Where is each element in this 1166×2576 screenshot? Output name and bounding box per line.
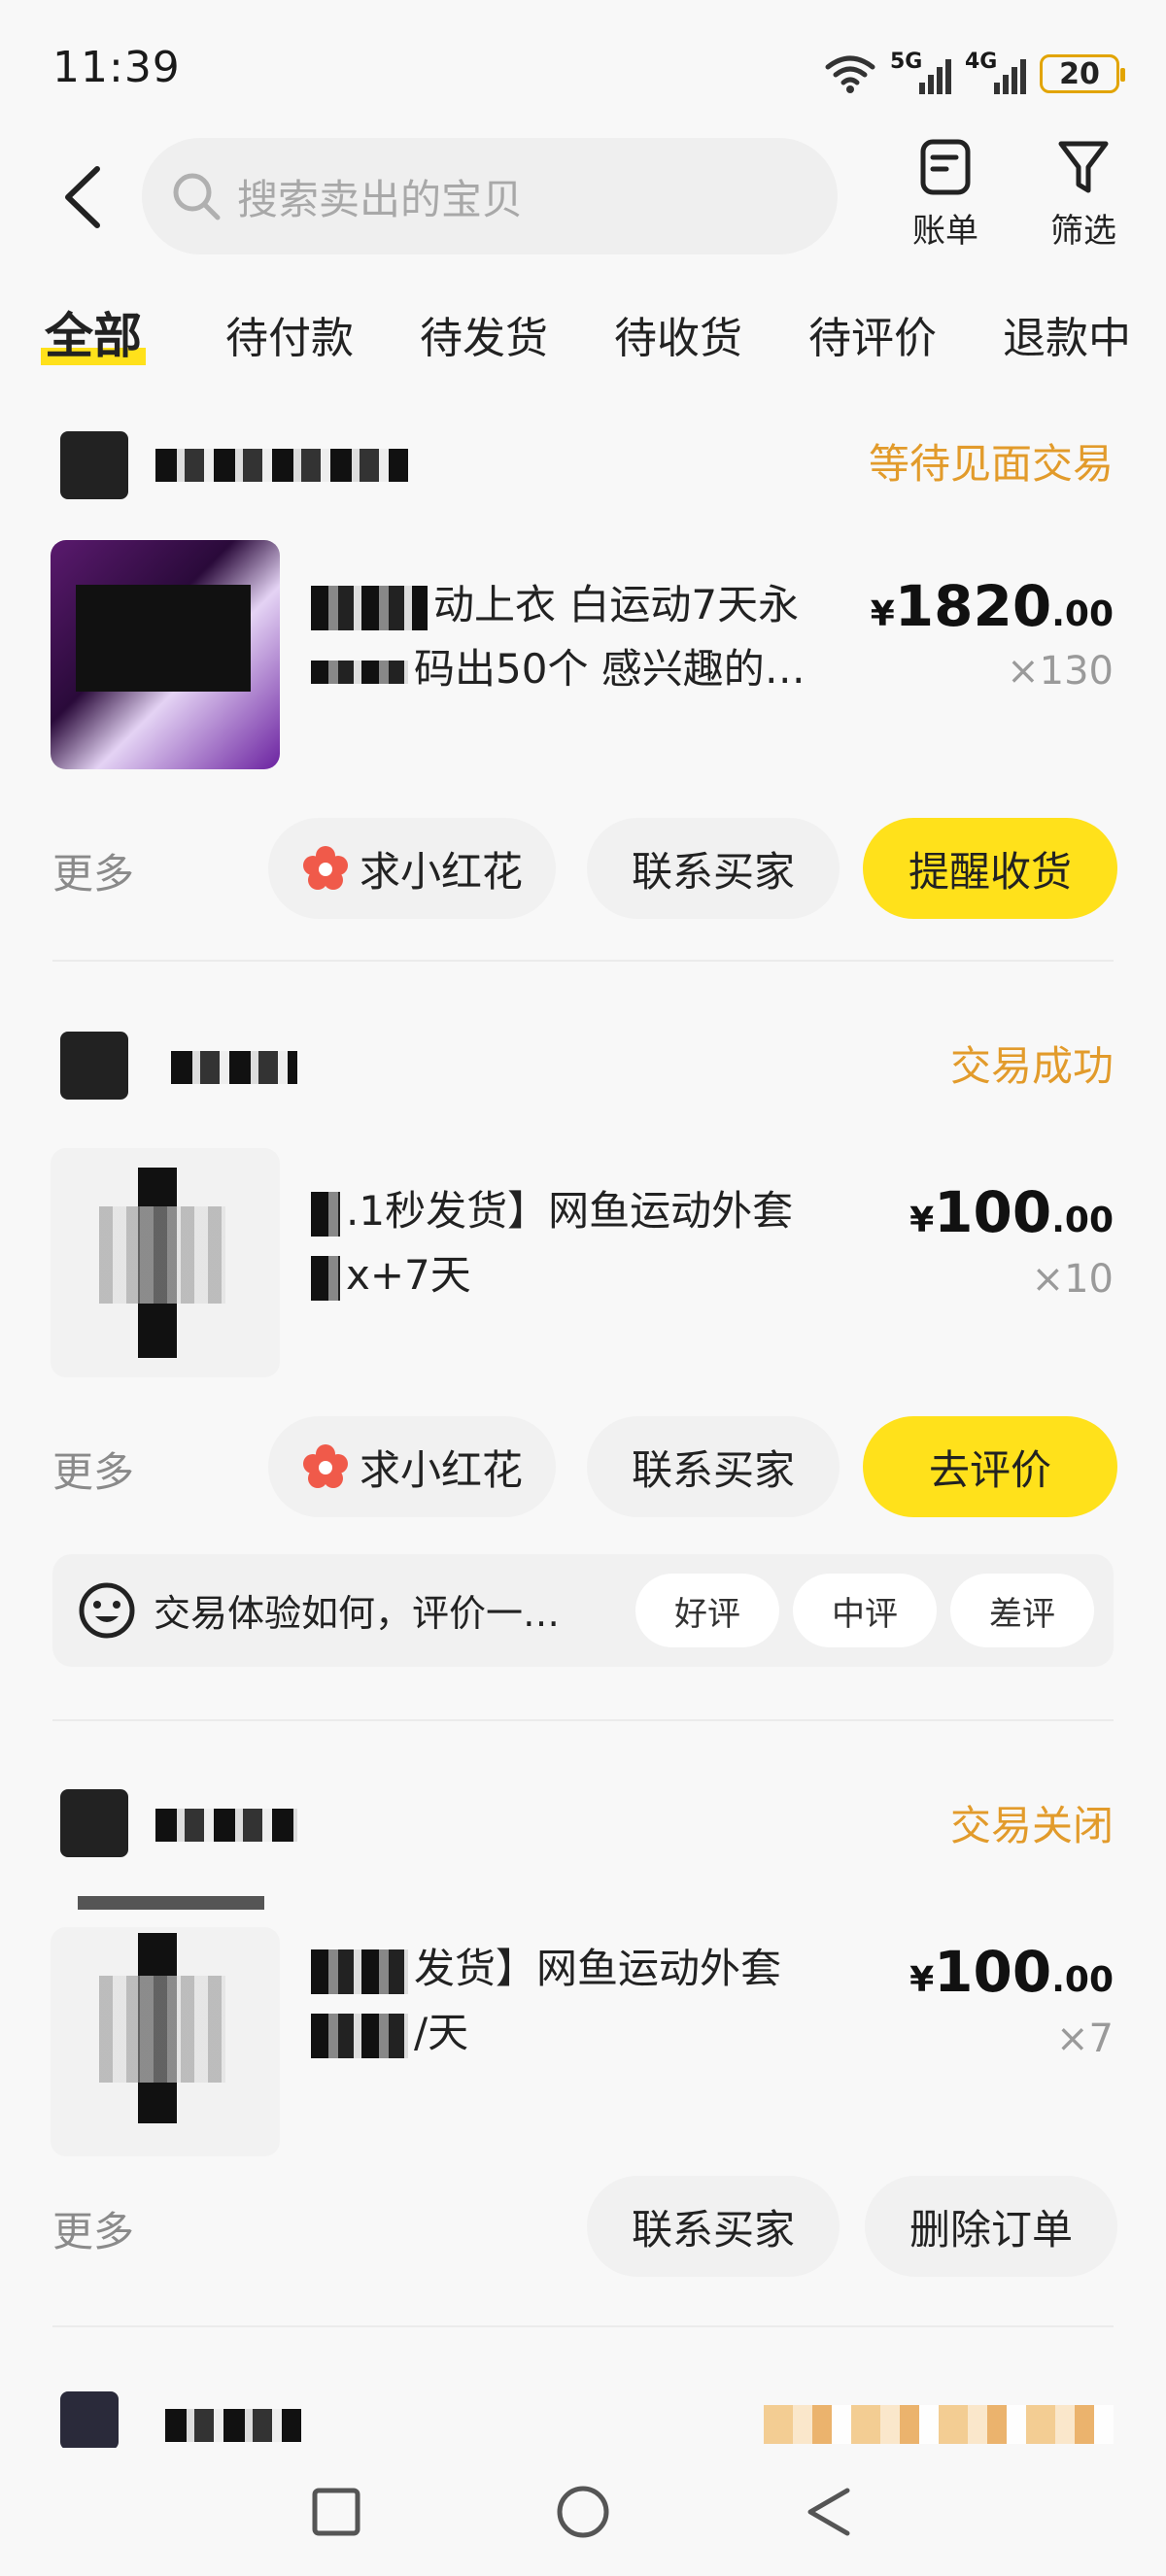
order-status: 交易关闭 (949, 1802, 1114, 1849)
order-status-redacted (764, 2405, 1114, 2444)
product-title-line2: /天 (414, 2009, 469, 2056)
back-arrow-icon[interactable] (58, 163, 107, 231)
buyer-name-redacted (155, 449, 408, 482)
tab-all-label: 全部 (45, 308, 142, 364)
product-title[interactable]: .1秒发货】网鱼运动外套 x+7天 (311, 1179, 855, 1307)
system-navigation-bar (0, 2448, 1166, 2576)
ask-flower-button[interactable]: 求小红花 (268, 1416, 556, 1517)
wifi-icon (825, 55, 875, 93)
bill-label: 账单 (912, 212, 978, 251)
tab-pending-review[interactable]: 待评价 (808, 303, 937, 365)
remind-receipt-button[interactable]: 提醒收货 (863, 818, 1117, 919)
tab-all[interactable]: 全部 (41, 297, 146, 367)
bill-icon (920, 139, 971, 195)
filter-label: 筛选 (1050, 212, 1116, 251)
delete-order-button[interactable]: 删除订单 (865, 2176, 1117, 2277)
order-price: ¥100.00 (909, 1179, 1114, 1245)
battery-icon: 20 (1040, 54, 1125, 93)
order-quantity: ×7 (1056, 2017, 1114, 2061)
red-flower-icon (302, 1444, 348, 1488)
product-title[interactable]: 动上衣 白运动7天永 码出50个 感兴趣的… (311, 573, 855, 701)
buyer-avatar[interactable] (60, 2391, 119, 2450)
go-review-button[interactable]: 去评价 (863, 1416, 1117, 1517)
order-divider (52, 960, 1114, 962)
product-thumbnail[interactable] (51, 540, 280, 769)
neutral-review-button[interactable]: 中评 (793, 1574, 937, 1647)
tab-pending-receipt[interactable]: 待收货 (614, 303, 742, 365)
order-status: 交易成功 (949, 1042, 1114, 1090)
product-thumbnail[interactable] (51, 1148, 280, 1377)
order-divider (52, 1719, 1114, 1721)
order-status: 等待见面交易 (868, 440, 1114, 488)
tab-pending-payment[interactable]: 待付款 (225, 303, 354, 365)
product-title-line1: .1秒发货】网鱼运动外套 (346, 1187, 794, 1235)
product-title-line1: 发货】网鱼运动外套 (414, 1945, 782, 1992)
buyer-avatar[interactable] (60, 1032, 128, 1100)
tab-refunding[interactable]: 退款中 (1003, 303, 1131, 365)
review-prompt-bar: 交易体验如何，评价一… 好评 中评 差评 (52, 1554, 1114, 1667)
recent-apps-icon[interactable] (307, 2483, 365, 2541)
red-flower-icon (302, 846, 348, 890)
status-time: 11:39 (52, 43, 181, 92)
order-tabs: 全部 待付款 待发货 待收货 待评价 退款中 (0, 291, 1166, 369)
search-icon (173, 173, 221, 220)
signal-4g-icon: 4G (965, 50, 1026, 94)
order-price: ¥1820.00 (870, 573, 1114, 639)
ask-flower-label: 求小红花 (359, 1445, 523, 1494)
more-button[interactable]: 更多 (52, 841, 134, 900)
product-title-line1: 动上衣 白运动7天永 (433, 581, 800, 628)
net-label-5g: 5G (890, 50, 923, 74)
order-quantity: ×130 (1007, 649, 1114, 694)
buyer-name-redacted (165, 2409, 301, 2442)
buyer-name-redacted (171, 1051, 297, 1084)
bad-review-button[interactable]: 差评 (950, 1574, 1094, 1647)
redaction-bar (78, 1896, 264, 1910)
net-label-4g: 4G (965, 50, 998, 74)
filter-button[interactable]: 筛选 (1030, 138, 1137, 252)
more-button[interactable]: 更多 (52, 1440, 134, 1499)
contact-buyer-button[interactable]: 联系买家 (587, 2176, 840, 2277)
ask-flower-label: 求小红花 (359, 847, 523, 896)
order-price: ¥100.00 (909, 1939, 1114, 2005)
buyer-avatar[interactable] (60, 1789, 128, 1857)
tab-pending-shipment[interactable]: 待发货 (420, 303, 548, 365)
ask-flower-button[interactable]: 求小红花 (268, 818, 556, 919)
product-title[interactable]: 发货】网鱼运动外套 /天 (311, 1937, 855, 2065)
bill-button[interactable]: 账单 (892, 138, 999, 252)
buyer-avatar[interactable] (60, 431, 128, 499)
good-review-button[interactable]: 好评 (635, 1574, 779, 1647)
home-icon[interactable] (554, 2483, 612, 2541)
contact-buyer-button[interactable]: 联系买家 (587, 818, 840, 919)
review-question: 交易体验如何，评价一… (154, 1592, 561, 1635)
status-indicators: 5G 4G 20 (824, 47, 1125, 101)
product-title-line2: x+7天 (346, 1251, 471, 1299)
filter-icon (1058, 141, 1109, 193)
contact-buyer-button[interactable]: 联系买家 (587, 1416, 840, 1517)
smile-face-icon (79, 1582, 135, 1639)
product-title-line2: 码出50个 感兴趣的… (414, 645, 806, 693)
buyer-name-redacted (155, 1809, 297, 1842)
more-button[interactable]: 更多 (52, 2199, 134, 2258)
product-thumbnail[interactable] (51, 1927, 280, 2156)
search-input[interactable]: 搜索卖出的宝贝 (142, 138, 838, 254)
order-divider (52, 2325, 1114, 2327)
signal-5g-icon: 5G (890, 50, 951, 94)
back-icon[interactable] (801, 2483, 859, 2541)
search-placeholder: 搜索卖出的宝贝 (237, 175, 524, 223)
order-quantity: ×10 (1031, 1257, 1114, 1302)
